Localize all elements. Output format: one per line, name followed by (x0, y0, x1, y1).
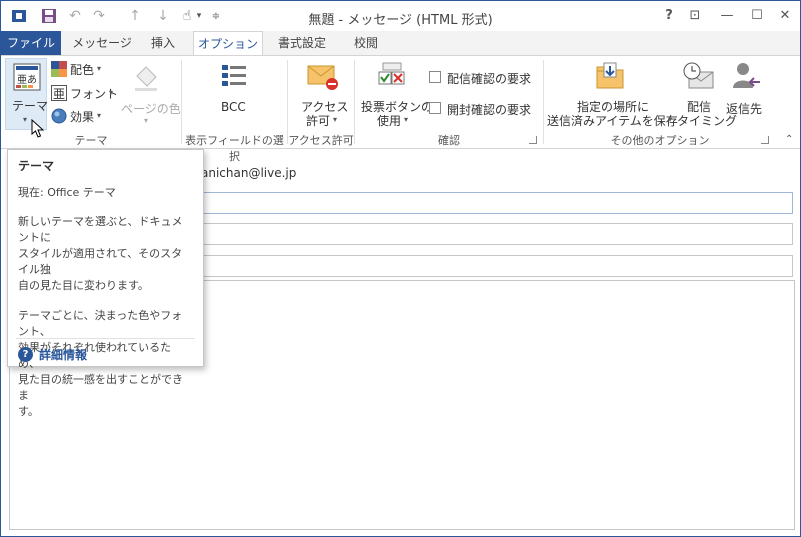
tab-file[interactable]: ファイル (1, 31, 61, 55)
help-icon: ? (18, 347, 33, 362)
outlook-message-window: ↶ ↷ ↑ ↓ ☝ ▾ ≑ 無題 - メッセージ (HTML 形式) ? ⊡ —… (0, 0, 801, 537)
themes-icon: 亜あ (13, 63, 41, 91)
cc-field[interactable] (199, 223, 793, 245)
reply-person-icon (733, 63, 760, 88)
font-icon: 亜 (51, 85, 67, 101)
tab-format-text[interactable]: 書式設定 (267, 31, 337, 55)
maximize-button[interactable]: ☐ (745, 4, 769, 26)
tab-insert[interactable]: 挿入 (141, 31, 185, 55)
request-delivery-receipt[interactable]: 配信確認の要求 (429, 70, 539, 86)
tab-options[interactable]: オプション (193, 31, 263, 56)
permission-button[interactable]: アクセス 許可 ▾ (297, 60, 351, 130)
bcc-button[interactable]: BCC (209, 60, 259, 130)
permission-envelope-icon (307, 65, 338, 90)
svg-text:亜あ: 亜あ (17, 74, 37, 86)
chevron-down-icon: ▾ (109, 88, 114, 97)
chevron-down-icon: ▾ (97, 64, 102, 73)
from-address: anichan@live.jp (201, 166, 297, 180)
group-label-permission: アクセス許可 (288, 134, 354, 147)
themes-label: テーマ (12, 99, 49, 113)
theme-effects-button[interactable]: 効果 ▾ (51, 107, 111, 125)
ribbon: 亜あ テーマ ▾ 配色 ▾ 亜 フォント ▾ 効果 ▾ ページの色 ▾ テーマ (1, 55, 800, 163)
tooltip-line: スタイルが適用されて、そのスタイル独 (18, 247, 183, 276)
bcc-icon (222, 65, 246, 86)
permission-label-line2: 許可 (306, 114, 331, 128)
tooltip-line: 新しいテーマを選ぶと、ドキュメントに (18, 215, 183, 244)
page-color-button[interactable]: ページの色 ▾ (119, 60, 181, 130)
tooltip-line: す。 (18, 405, 39, 418)
tooltip-description-2: テーマごとに、決まった色やフォント、 効果がそれぞれ使われているため、 見た目の… (18, 308, 193, 420)
voting-label-line2: 使用 (377, 114, 402, 128)
read-receipt-checkbox[interactable] (429, 102, 441, 114)
ribbon-tabs: ファイル メッセージ 挿入 オプション 書式設定 校閲 (1, 31, 800, 56)
title-bar: ↶ ↷ ↑ ↓ ☝ ▾ ≑ 無題 - メッセージ (HTML 形式) ? ⊡ —… (1, 1, 800, 31)
svg-text:亜: 亜 (53, 87, 65, 101)
tooltip-current-theme: 現在: Office テーマ (18, 186, 116, 199)
mouse-cursor-icon (31, 119, 45, 138)
chevron-down-icon: ▾ (668, 115, 673, 124)
tab-review[interactable]: 校閲 (341, 31, 391, 55)
delivery-receipt-checkbox[interactable] (429, 71, 441, 83)
tracking-dialog-launcher-icon[interactable] (529, 136, 537, 144)
close-button[interactable]: ✕ (773, 4, 797, 26)
ribbon-display-options-button[interactable]: ⊡ (683, 4, 707, 26)
read-receipt-label: 開封確認の要求 (447, 103, 532, 117)
theme-fonts-button[interactable]: 亜 フォント ▾ (51, 84, 118, 102)
save-sent-item-folder-icon (596, 62, 624, 89)
bcc-label: BCC (221, 100, 246, 114)
voting-buttons-button[interactable]: 投票ボタンの 使用 ▾ (359, 60, 433, 130)
themes-dropdown-icon: ▾ (23, 115, 28, 124)
themes-tooltip: テーマ 現在: Office テーマ 新しいテーマを選ぶと、ドキュメントに スタ… (7, 149, 204, 418)
save-sent-item-line2: 送信済みアイテムを保存 (547, 114, 678, 128)
page-color-label: ページの色 (121, 102, 181, 116)
tab-message[interactable]: メッセージ (65, 31, 139, 55)
group-label-themes: テーマ (74, 134, 108, 147)
collapse-ribbon-icon[interactable]: ⌃ (785, 134, 793, 145)
minimize-button[interactable]: — (715, 4, 739, 26)
chevron-down-icon: ▾ (97, 111, 102, 120)
direct-replies-to-button[interactable]: 返信先 (723, 60, 767, 130)
more-options-dialog-launcher-icon[interactable] (761, 136, 769, 144)
delivery-receipt-label: 配信確認の要求 (447, 72, 532, 86)
chevron-down-icon: ▾ (144, 116, 149, 125)
effects-icon (51, 108, 67, 124)
tooltip-divider (16, 338, 195, 339)
group-label-tracking: 確認 (438, 134, 460, 147)
tooltip-more-info-label: 詳細情報 (39, 348, 88, 362)
subject-field[interactable] (199, 255, 793, 277)
voting-icon (378, 62, 405, 85)
help-button[interactable]: ? (657, 4, 681, 26)
theme-colors-button[interactable]: 配色 ▾ (51, 60, 111, 78)
theme-colors-label: 配色 (70, 63, 95, 77)
request-read-receipt[interactable]: 開封確認の要求 (429, 101, 539, 117)
to-field[interactable] (199, 192, 793, 214)
paint-bucket-icon (135, 66, 157, 91)
direct-replies-label: 返信先 (726, 102, 763, 116)
delay-delivery-button[interactable]: 配信 タイミング (677, 60, 737, 130)
tooltip-description-1: 新しいテーマを選ぶと、ドキュメントに スタイルが適用されて、そのスタイル独 自の… (18, 214, 193, 294)
chevron-down-icon: ▾ (404, 115, 409, 124)
clock-envelope-icon (683, 62, 714, 89)
tooltip-more-info-link[interactable]: ? 詳細情報 (18, 346, 87, 363)
tooltip-line: 見た目の統一感を出すことができま (18, 373, 183, 402)
theme-effects-label: 効果 (70, 110, 95, 124)
save-sent-item-to-button[interactable]: 指定の場所に 送信済みアイテムを保存 ▾ (547, 60, 678, 130)
tooltip-title: テーマ (18, 159, 55, 173)
palette-icon (51, 61, 67, 77)
chevron-down-icon: ▾ (333, 115, 338, 124)
tooltip-line: テーマごとに、決まった色やフォント、 (18, 309, 183, 338)
tooltip-line: 自の見た目に変わります。 (18, 279, 149, 292)
group-label-more-options: その他のオプション (610, 134, 710, 147)
